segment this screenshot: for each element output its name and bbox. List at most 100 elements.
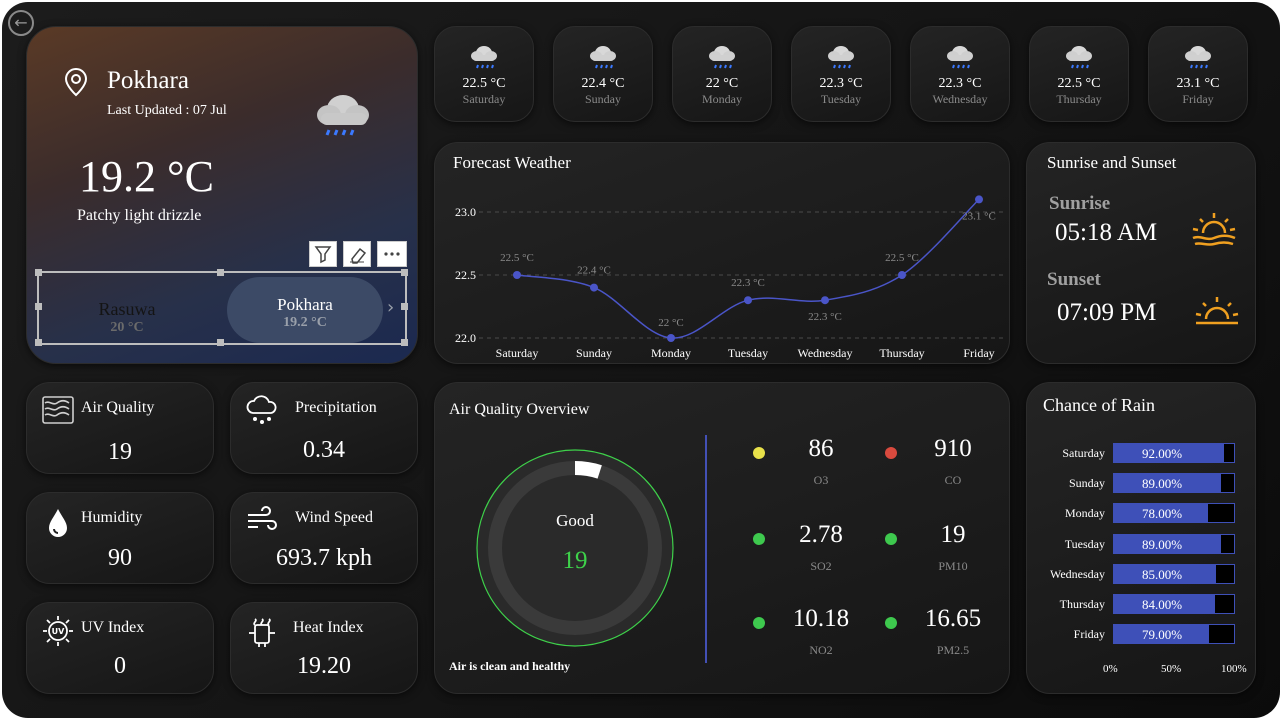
pollutant-name: CO — [944, 473, 962, 487]
data-label: 22.3 °C — [731, 277, 765, 289]
daily-temp: 22 °C — [705, 76, 739, 91]
rain-cloud-icon — [246, 395, 277, 424]
wind-speed-card: Wind Speed 693.7 kph — [230, 492, 418, 584]
rain-bar[interactable]: 89.00% — [1113, 473, 1235, 494]
rain-bar[interactable]: 78.00% — [1113, 503, 1235, 524]
daily-day: Tuesday — [820, 92, 862, 106]
forecast-point[interactable] — [744, 296, 752, 305]
metric-label: UV Index — [81, 619, 145, 636]
data-label: 22 °C — [658, 317, 684, 329]
pollutant-value: 2.78 — [799, 521, 843, 548]
rain-bar[interactable]: 85.00% — [1113, 563, 1235, 584]
back-arrow-icon[interactable]: ← — [8, 10, 34, 36]
metric-value: 693.7 kph — [276, 545, 372, 571]
uv-index-card: UV UV Index 0 — [26, 602, 214, 694]
air-waves-icon — [42, 396, 74, 424]
rain-bar-label: 89.00% — [1141, 476, 1183, 492]
pollutant-name: PM10 — [938, 559, 968, 573]
forecast-point[interactable] — [821, 296, 829, 305]
data-label: 22.4 °C — [577, 265, 611, 277]
x-tick-label: Friday — [963, 346, 994, 360]
x-tick-label: Saturday — [496, 346, 539, 360]
forecast-point[interactable] — [590, 283, 598, 292]
daily-day: Sunday — [585, 92, 621, 106]
heat-index-card: Heat Index 19.20 — [230, 602, 418, 694]
daily-temp: 22.3 °C — [819, 76, 863, 91]
slicer-item-pokhara[interactable]: Pokhara 19.2 °C — [227, 277, 383, 343]
resize-handle[interactable] — [35, 339, 42, 346]
daily-temp: 23.1 °C — [1176, 76, 1220, 91]
rain-bar-label: 79.00% — [1141, 627, 1183, 643]
pollutant-value: 910 — [934, 435, 972, 462]
daily-temp: 22.3 °C — [938, 76, 982, 91]
daily-forecast-card: 22.5 °C Saturday — [434, 26, 534, 122]
last-updated: Last Updated : 07 Jul — [107, 103, 227, 118]
rain-day-label: Friday — [1073, 627, 1105, 642]
daily-temp: 22.5 °C — [462, 76, 506, 91]
rain-cloud-icon — [709, 46, 735, 69]
dashboard-frame: ← Pokhara Last Updated : 07 Jul 19.2 °C … — [2, 2, 1280, 718]
metric-label: Precipitation — [295, 399, 377, 416]
resize-handle[interactable] — [401, 303, 408, 310]
resize-handle[interactable] — [35, 269, 42, 276]
rain-day-label: Sunday — [1069, 476, 1105, 491]
daily-forecast-card: 22.5 °C Thursday — [1029, 26, 1129, 122]
status-dot — [753, 533, 765, 545]
forecast-weather-card: Forecast Weather 22.0 22.5 23.0 22.5 °C Satu… — [434, 142, 1010, 364]
rain-cloud-icon — [317, 95, 369, 136]
city-name: Pokhara — [107, 67, 189, 94]
aq-gauge-value: 19 — [562, 547, 588, 574]
forecast-point[interactable] — [898, 271, 906, 279]
daily-temp: 22.5 °C — [1057, 76, 1101, 91]
resize-handle[interactable] — [217, 269, 224, 276]
rain-cloud-icon — [828, 46, 854, 69]
daily-forecast-card: 22.3 °C Wednesday — [910, 26, 1010, 122]
resize-handle[interactable] — [401, 269, 408, 276]
chance-of-rain-card: Chance of Rain Saturday 92.00% Sunday 89.00… — [1026, 382, 1256, 694]
chevron-right-icon[interactable]: › — [387, 297, 394, 318]
slicer-item-name: Pokhara — [277, 295, 333, 314]
axis-tick: 0% — [1103, 663, 1118, 675]
forecast-point[interactable] — [667, 334, 675, 342]
metric-value: 0 — [114, 653, 126, 679]
humidity-card: Humidity 90 — [26, 492, 214, 584]
daily-day: Monday — [702, 92, 742, 106]
rain-bar-label: 92.00% — [1141, 446, 1183, 461]
rain-bar[interactable]: 84.00% — [1113, 594, 1235, 614]
daily-day: Friday — [1182, 92, 1214, 106]
rain-bar[interactable]: 89.00% — [1113, 533, 1235, 554]
resize-handle[interactable] — [217, 339, 224, 346]
slicer-item-name: Rasuwa — [98, 299, 156, 319]
sunrise-label: Sunrise — [1049, 193, 1111, 214]
filter-icon[interactable] — [309, 241, 337, 267]
axis-tick: 50% — [1161, 663, 1182, 675]
forecast-point[interactable] — [975, 195, 983, 204]
y-tick-label: 22.5 — [455, 268, 476, 282]
rain-bar[interactable]: 92.00% — [1113, 443, 1235, 463]
forecast-point[interactable] — [513, 271, 521, 279]
uv-sun-icon: UV — [43, 616, 73, 646]
location-pin-icon — [64, 67, 88, 97]
pollutant-name: PM2.5 — [936, 643, 970, 657]
rain-day-label: Monday — [1065, 506, 1105, 521]
x-tick-label: Thursday — [879, 346, 924, 360]
more-options-icon[interactable] — [377, 241, 407, 267]
data-label: 22.5 °C — [885, 252, 919, 264]
daily-temp: 22.4 °C — [581, 76, 625, 91]
status-dot — [885, 617, 897, 629]
forecast-line-chart: 22.0 22.5 23.0 22.5 °C Saturday 22.4 °C Sunday… — [455, 195, 1005, 360]
precipitation-card: Precipitation 0.34 — [230, 382, 418, 474]
daily-day: Saturday — [462, 92, 506, 106]
resize-handle[interactable] — [401, 339, 408, 346]
rain-bar[interactable]: 79.00% — [1113, 624, 1235, 645]
status-dot — [885, 533, 897, 545]
air-quality-card: Air Quality 19 — [26, 382, 214, 474]
heat-icon — [249, 618, 275, 647]
sunrise-icon — [1192, 213, 1236, 246]
rain-day-label: Saturday — [1062, 446, 1105, 460]
resize-handle[interactable] — [35, 303, 42, 310]
data-label: 22.5 °C — [500, 252, 534, 264]
pollutant-name: SO2 — [810, 559, 832, 573]
eraser-icon[interactable] — [343, 241, 371, 267]
slicer-item-rasuwa[interactable]: Rasuwa 20 °C — [67, 299, 187, 336]
